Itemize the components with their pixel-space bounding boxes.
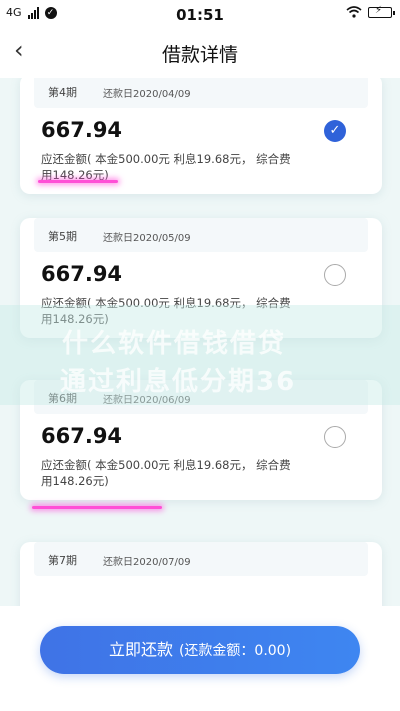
amount-detail: 应还金额( 本金500.00元 利息19.68元， 综合费用148.26元) [41, 458, 291, 488]
unselected-circle-icon[interactable] [324, 426, 346, 448]
status-bar: 4G ✓ 01:51 ⚡ [0, 0, 400, 28]
nav-bar: ‹ 借款详情 [0, 28, 400, 78]
due-date: 还款日2020/04/09 [103, 89, 191, 100]
bottom-bar: 立即还款 (还款金额：0.00) [0, 606, 400, 711]
highlight-mark [38, 180, 118, 183]
installment-card[interactable]: 第7期 还款日2020/07/09 [20, 542, 382, 606]
amount: 667.94 [41, 262, 123, 286]
status-right: ⚡ [346, 5, 395, 18]
battery-icon: ⚡ [368, 5, 395, 18]
repay-label: 立即还款 [108, 640, 173, 659]
amount-detail: 应还金额( 本金500.00元 利息19.68元， 综合费用148.26元) [41, 152, 291, 182]
repay-amount: (还款金额：0.00) [178, 643, 292, 659]
amount: 667.94 [41, 118, 123, 142]
amount: 667.94 [41, 424, 123, 448]
period-label: 第4期 [48, 86, 77, 99]
selected-check-icon[interactable]: ✓ [324, 120, 346, 142]
watermark-line1: 什么软件借钱借贷 [62, 329, 287, 359]
card-header: 第5期 还款日2020/05/09 [34, 218, 368, 252]
period-label: 第7期 [48, 554, 77, 567]
repay-now-button[interactable]: 立即还款 (还款金额：0.00) [40, 626, 360, 674]
highlight-mark [32, 506, 162, 509]
watermark-banner: 什么软件借钱借贷 通过利息低分期36 [0, 305, 400, 405]
card-header: 第7期 还款日2020/07/09 [34, 542, 368, 576]
period-label: 第5期 [48, 230, 77, 243]
wifi-icon [346, 6, 362, 18]
due-date: 还款日2020/05/09 [103, 233, 191, 244]
card-header: 第4期 还款日2020/04/09 [34, 78, 368, 108]
installment-card[interactable]: 第4期 还款日2020/04/09 667.94 应还金额( 本金500.00元… [20, 78, 382, 194]
status-time: 01:51 [176, 6, 224, 24]
unselected-circle-icon[interactable] [324, 264, 346, 286]
page-title: 借款详情 [161, 44, 238, 66]
watermark-line2: 通过利息低分期36 [60, 367, 297, 397]
due-date: 还款日2020/07/09 [103, 557, 191, 568]
